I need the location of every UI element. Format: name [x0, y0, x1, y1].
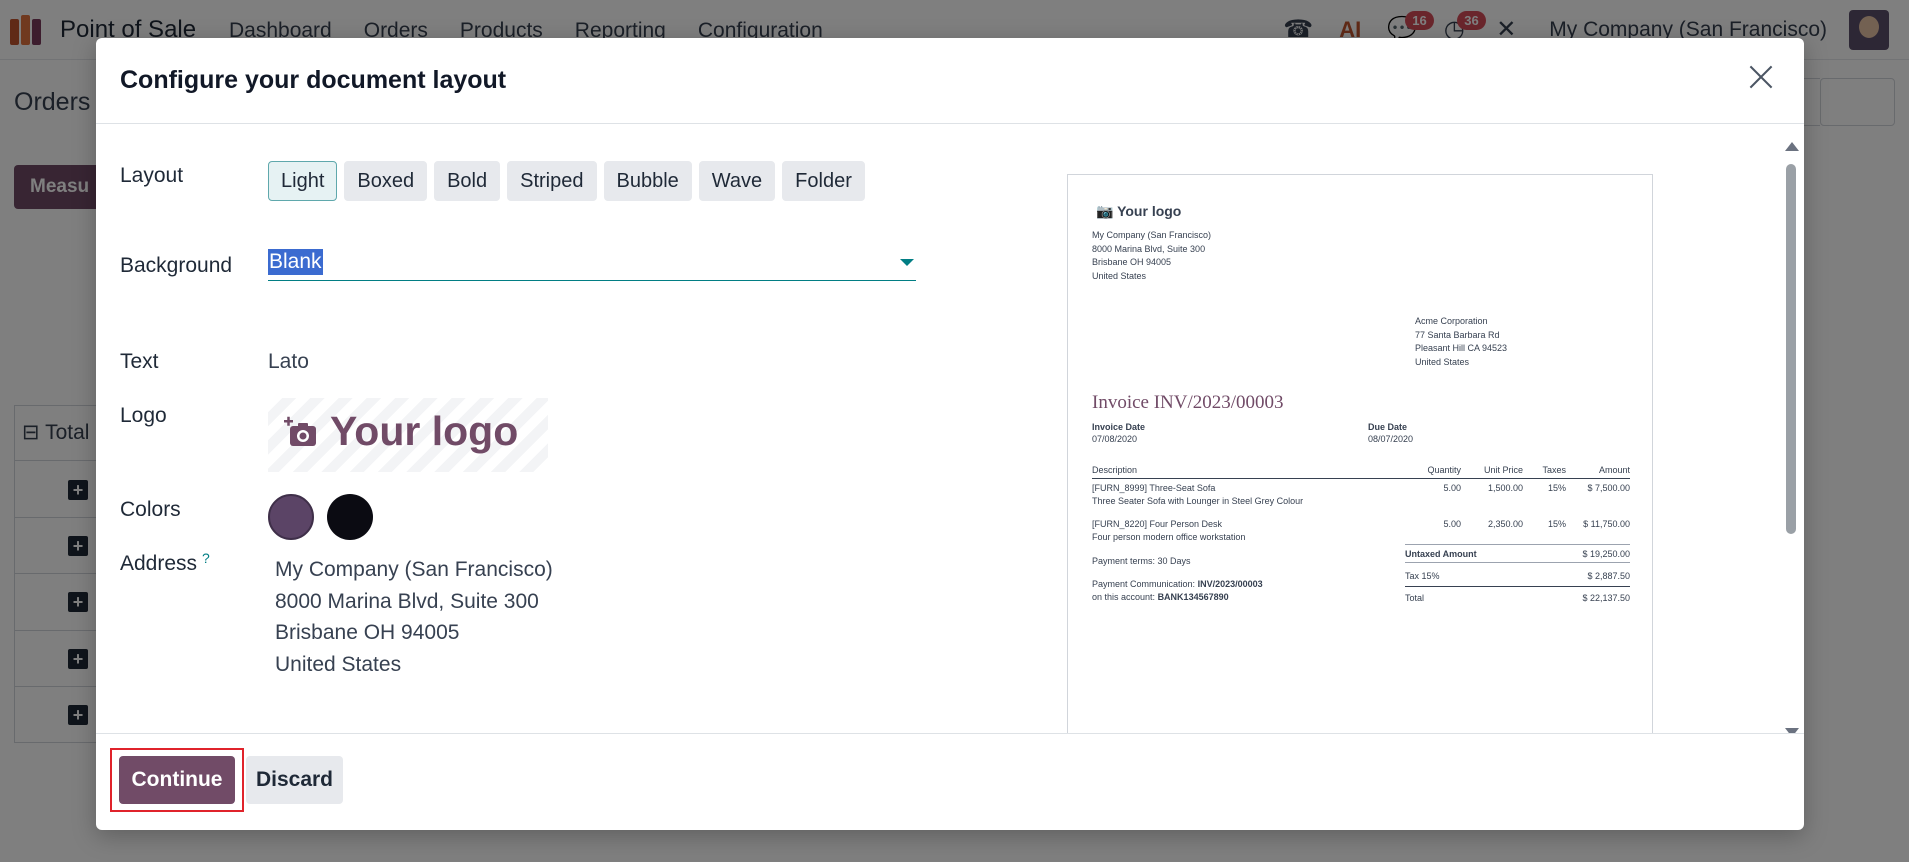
preview-line1-desc: Three Seater Sofa with Lounger in Steel …	[1092, 496, 1304, 506]
layout-light-button[interactable]: Light	[268, 161, 338, 201]
continue-button[interactable]: Continue	[119, 756, 235, 804]
preview-line2-price: 2,350.00	[1487, 519, 1523, 529]
background-label: Background	[120, 254, 233, 277]
preview-header-rule	[1092, 478, 1630, 479]
preview-th-quantity: Quantity	[1427, 465, 1461, 475]
preview-company-address: My Company (San Francisco) 8000 Marina B…	[1092, 230, 1212, 281]
address-line: My Company (San Francisco)	[275, 558, 553, 581]
dialog-scrollbar[interactable]	[1784, 142, 1799, 733]
close-icon[interactable]	[1744, 60, 1778, 94]
address-line: 8000 Marina Blvd, Suite 300	[275, 589, 539, 613]
preview-logo: 📷 Your logo	[1096, 203, 1182, 219]
preview-th-taxes: Taxes	[1542, 465, 1566, 475]
preview-tax-value: $ 2,887.50	[1587, 571, 1630, 581]
preview-total-value: $ 22,137.50	[1582, 593, 1630, 603]
preview-bank-account: on this account: BANK134567890	[1092, 592, 1229, 602]
preview-line1-price: 1,500.00	[1487, 483, 1523, 493]
text-label: Text	[120, 350, 159, 373]
preview-line1-tax: 15%	[1547, 483, 1566, 493]
dialog-footer: Continue Discard	[96, 733, 1804, 830]
discard-button[interactable]: Discard	[246, 756, 343, 804]
preview-total-label: Total	[1405, 593, 1425, 603]
scrollbar-thumb[interactable]	[1786, 164, 1796, 534]
font-select[interactable]: Lato	[268, 350, 309, 374]
scroll-up-arrow-icon[interactable]	[1785, 142, 1799, 151]
background-value: Blank	[268, 249, 323, 275]
layout-bold-button[interactable]: Bold	[434, 161, 501, 201]
help-tooltip-icon[interactable]: ?	[202, 550, 210, 566]
preview-untaxed-value: $ 19,250.00	[1582, 549, 1630, 559]
preview-line2-qty: 5.00	[1443, 519, 1461, 529]
logo-label: Logo	[120, 404, 167, 427]
colors-label: Colors	[120, 498, 181, 521]
secondary-color-swatch[interactable]	[327, 494, 373, 540]
layout-striped-button[interactable]: Striped	[507, 161, 597, 201]
preview-th-amount: Amount	[1598, 465, 1630, 475]
layout-label: Layout	[120, 164, 184, 187]
preview-line2-tax: 15%	[1547, 519, 1566, 529]
preview-totals-rule	[1405, 562, 1630, 563]
preview-tax-label: Tax 15%	[1405, 571, 1440, 581]
preview-line2-amount: $ 11,750.00	[1583, 519, 1630, 529]
document-layout-dialog: Configure your document layout Layout Li…	[96, 38, 1804, 830]
add-photo-icon	[284, 416, 316, 446]
layout-options: Light Boxed Bold Striped Bubble Wave Fol…	[268, 161, 865, 201]
logo-upload[interactable]: Your logo	[268, 398, 548, 472]
logo-placeholder-text: Your logo	[330, 408, 519, 454]
layout-wave-button[interactable]: Wave	[698, 161, 776, 201]
preview-line1-amount: $ 7,500.00	[1587, 483, 1630, 493]
caret-down-icon	[900, 259, 914, 266]
layout-folder-button[interactable]: Folder	[782, 161, 865, 201]
background-select[interactable]: Blank	[268, 245, 916, 281]
preview-untaxed-label: Untaxed Amount	[1405, 549, 1477, 559]
dialog-body: Layout Light Boxed Bold Striped Bubble W…	[96, 124, 1804, 733]
dialog-header: Configure your document layout	[96, 38, 1804, 124]
address-line: United States	[275, 652, 402, 676]
company-address: My Company (San Francisco) 8000 Marina B…	[275, 554, 553, 680]
dialog-title: Configure your document layout	[120, 66, 507, 94]
document-preview: 📷 Your logo My Company (San Francisco) 8…	[1067, 174, 1653, 733]
address-label: Address	[120, 552, 198, 575]
layout-boxed-button[interactable]: Boxed	[344, 161, 428, 201]
preview-line1-code: [FURN_8999] Three-Seat Sofa	[1092, 483, 1216, 493]
preview-totals-rule	[1405, 586, 1630, 587]
layout-bubble-button[interactable]: Bubble	[603, 161, 692, 201]
preview-payment-communication: Payment Communication: INV/2023/00003	[1092, 579, 1263, 589]
preview-totals-rule	[1405, 544, 1630, 545]
preview-line2-desc: Four person modern office workstation	[1092, 532, 1246, 542]
preview-customer-address: Acme Corporation 77 Santa Barbara Rd Ple…	[1415, 316, 1508, 367]
preview-th-description: Description	[1092, 465, 1138, 475]
address-line: Brisbane OH 94005	[275, 621, 460, 644]
preview-line1-qty: 5.00	[1443, 483, 1461, 493]
preview-invoice-title: Invoice INV/2023/00003	[1092, 392, 1284, 413]
preview-invoice-date: 07/08/2020	[1092, 434, 1138, 444]
preview-th-unit-price: Unit Price	[1483, 465, 1523, 475]
preview-payment-terms: Payment terms: 30 Days	[1092, 556, 1191, 566]
preview-due-date: 08/07/2020	[1368, 434, 1414, 444]
primary-color-swatch[interactable]	[268, 494, 314, 540]
preview-line2-code: [FURN_8220] Four Person Desk	[1092, 519, 1223, 529]
